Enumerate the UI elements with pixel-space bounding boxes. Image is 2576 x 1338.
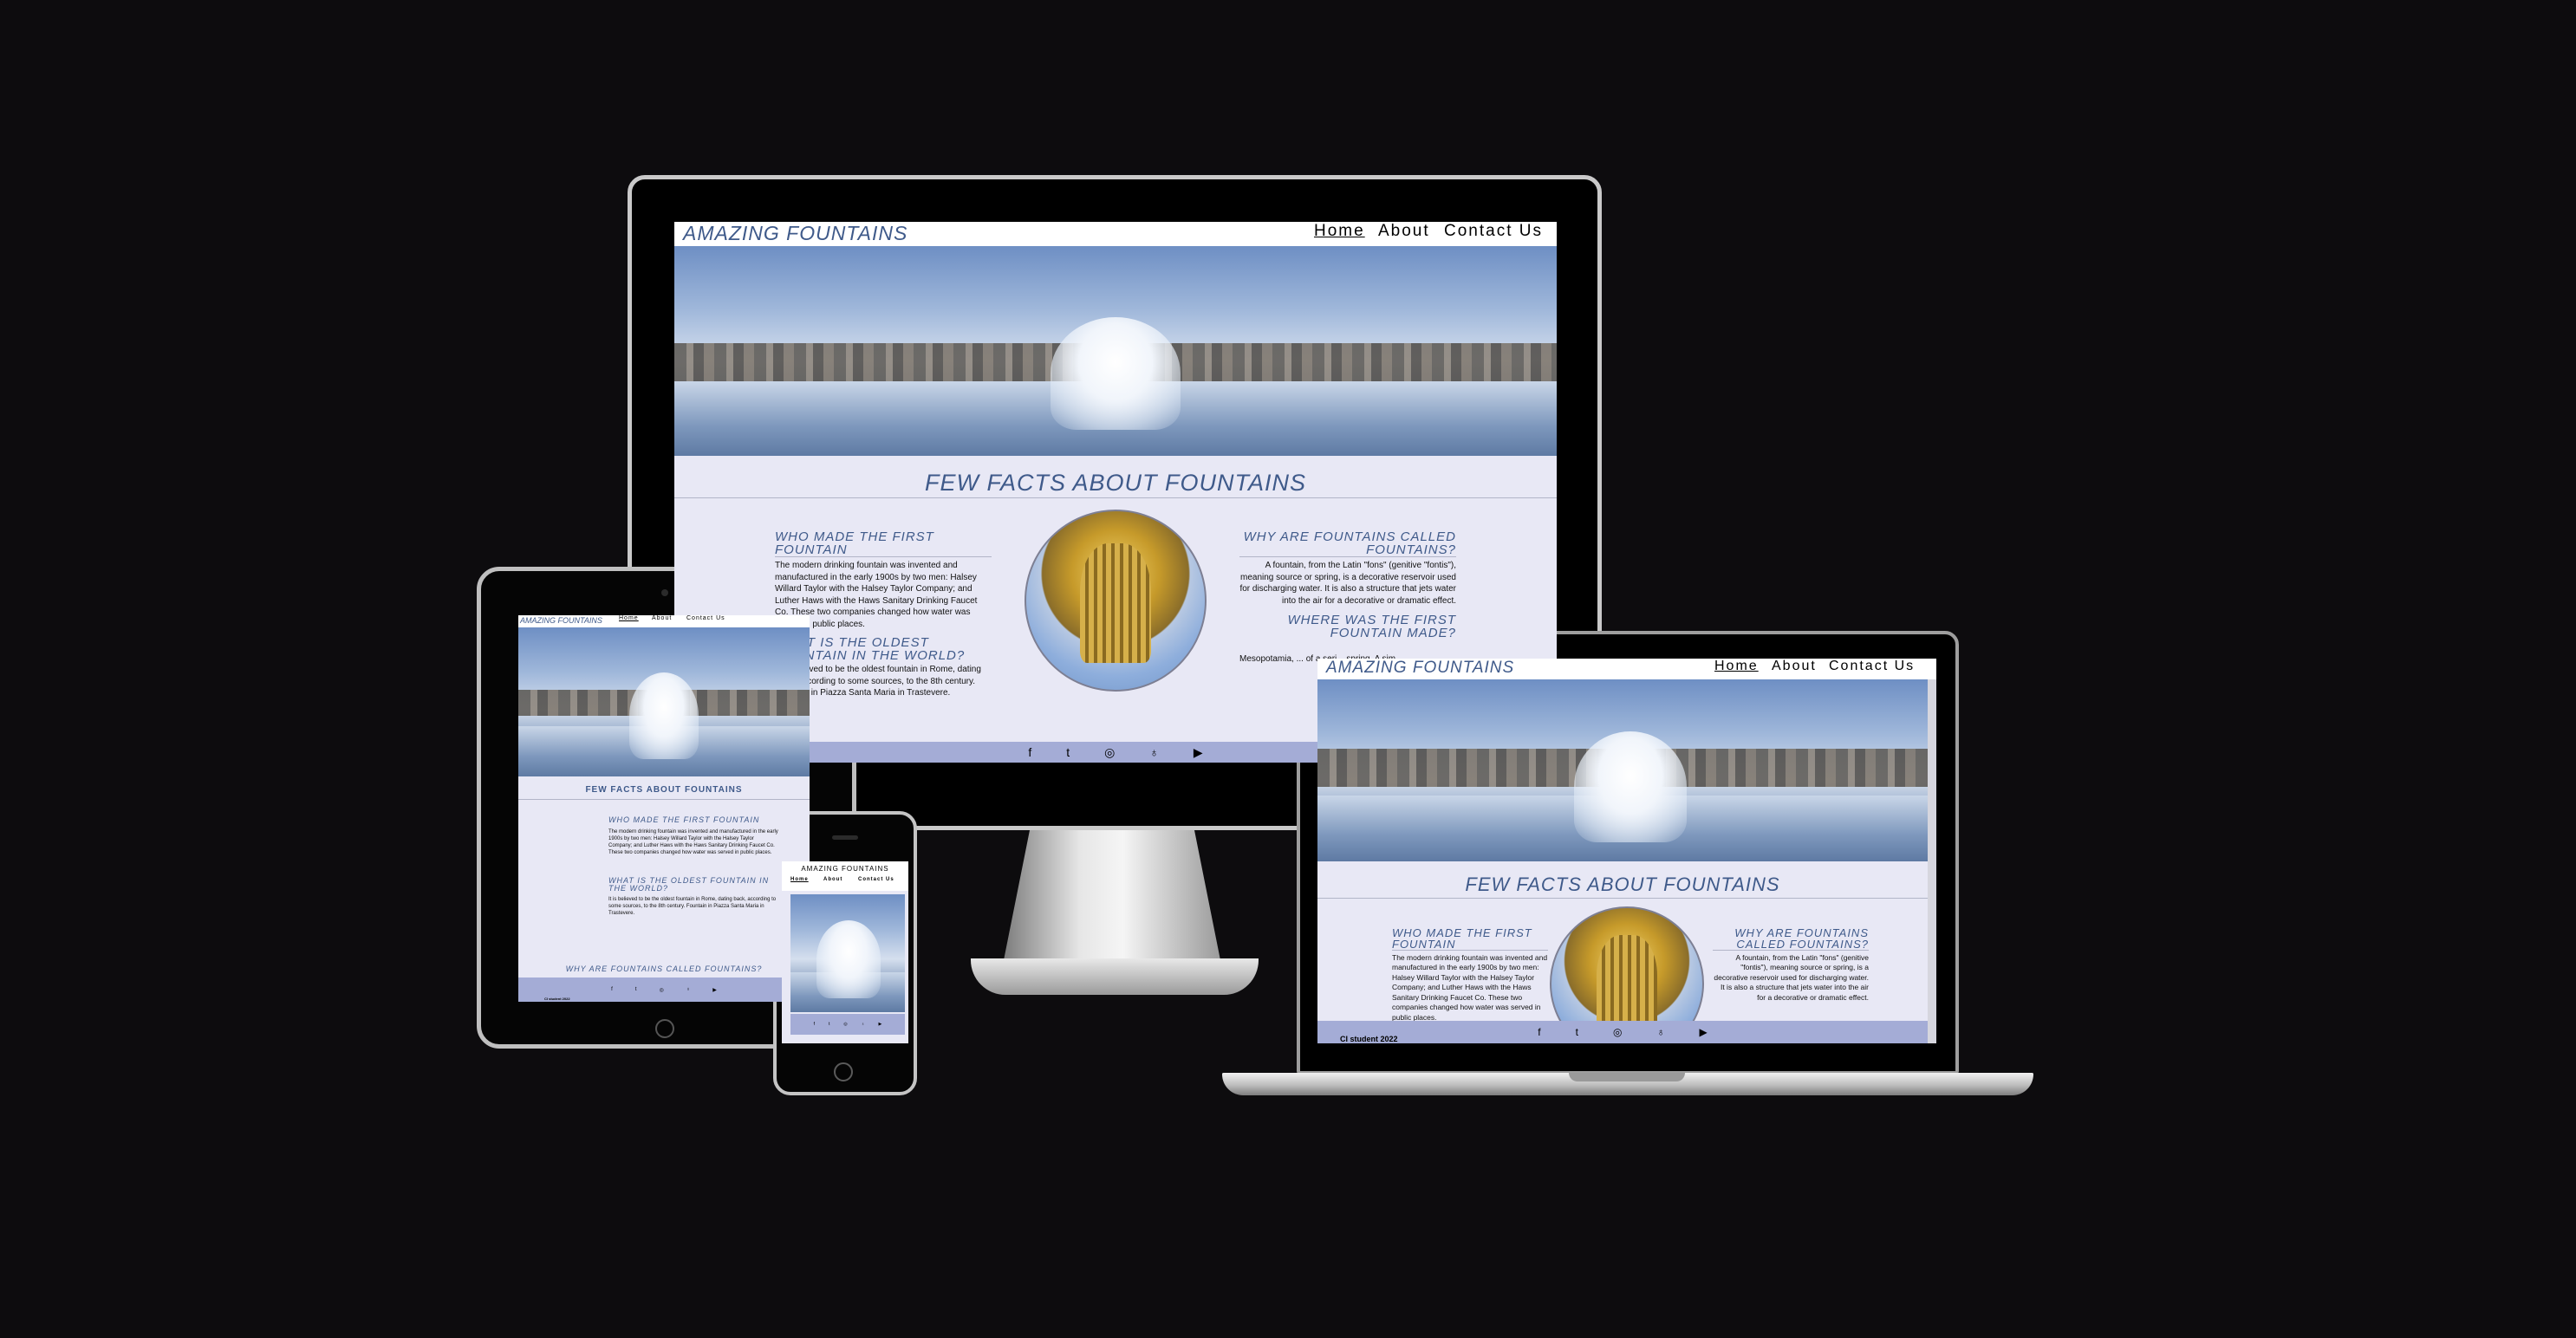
phone-home-button xyxy=(834,1062,853,1081)
tablet-home-button xyxy=(655,1019,674,1038)
youtube-icon[interactable]: ▶ xyxy=(879,1022,882,1027)
heading-divider xyxy=(1392,950,1548,951)
title-divider xyxy=(1317,898,1928,899)
instagram-icon[interactable]: ◎ xyxy=(659,987,663,993)
youtube-icon[interactable]: ▶ xyxy=(1699,1026,1707,1038)
site-brand[interactable]: AMAZING FOUNTAINS xyxy=(683,222,907,245)
phone-speaker xyxy=(832,835,858,840)
hero-fountain-spray xyxy=(1051,317,1181,430)
hero-fountain-spray xyxy=(1574,731,1687,842)
youtube-icon[interactable]: ▶ xyxy=(1194,745,1203,760)
footer: f t ◎ ♁ ▶ xyxy=(1317,1021,1928,1043)
heading-why-called: WHY ARE FOUNTAINS CALLED FOUNTAINS? xyxy=(1734,926,1869,951)
nav-about[interactable]: About xyxy=(652,615,672,621)
nav-contact[interactable]: Contact Us xyxy=(1829,659,1915,674)
hero-fountain-spray xyxy=(629,672,699,759)
heading-divider xyxy=(775,556,992,557)
paragraph-first-fountain: The modern drinking fountain was invente… xyxy=(608,829,778,856)
copyright: CI student 2022 xyxy=(1340,1035,1398,1043)
instagram-icon[interactable]: ◎ xyxy=(1104,745,1115,760)
heading-first-fountain: WHO MADE THE FIRST FOUNTAIN xyxy=(608,815,760,824)
heading-why-called: WHY ARE FOUNTAINS CALLED FOUNTAINS? xyxy=(565,965,763,973)
phone-screen: AMAZING FOUNTAINS Home About Contact Us … xyxy=(782,861,908,1043)
github-icon[interactable]: ♁ xyxy=(686,987,691,992)
facebook-icon[interactable]: f xyxy=(814,1022,815,1027)
instagram-icon[interactable]: ◎ xyxy=(1613,1026,1622,1038)
title-divider xyxy=(518,799,810,800)
youtube-icon[interactable]: ▶ xyxy=(712,987,717,993)
twitter-icon[interactable]: t xyxy=(1576,1026,1578,1038)
nav-contact[interactable]: Contact Us xyxy=(1444,222,1543,241)
site-brand[interactable]: AMAZING FOUNTAINS xyxy=(1326,659,1514,678)
nav-home[interactable]: Home xyxy=(1714,659,1759,674)
github-icon[interactable]: ♁ xyxy=(862,1022,865,1027)
heading-first-fountain: WHO MADE THE FIRST FOUNTAIN xyxy=(775,529,934,557)
nav-contact[interactable]: Contact Us xyxy=(858,877,894,882)
site-brand[interactable]: AMAZING FOUNTAINS xyxy=(782,865,908,873)
hero-fountain-spray xyxy=(816,920,881,998)
github-icon[interactable]: ♁ xyxy=(1656,1026,1664,1038)
section-title: FEW FACTS ABOUT FOUNTAINS xyxy=(585,785,743,795)
laptop-notch xyxy=(1569,1073,1685,1081)
footer: f t ◎ ♁ ▶ xyxy=(790,1014,905,1035)
desktop-monitor-base xyxy=(971,958,1259,995)
facebook-icon[interactable]: f xyxy=(611,987,613,992)
nav-home[interactable]: Home xyxy=(790,877,809,882)
instagram-icon[interactable]: ◎ xyxy=(843,1022,847,1027)
nav-about[interactable]: About xyxy=(1378,222,1430,241)
facebook-icon[interactable]: f xyxy=(1028,745,1031,759)
hero-image xyxy=(790,894,905,1012)
heading-oldest-fountain: WHAT IS THE OLDEST FOUNTAIN IN THE WORLD… xyxy=(608,876,770,893)
paragraph-why-called: A fountain, from the Latin "fons" (genit… xyxy=(1239,561,1456,606)
scrollbar[interactable] xyxy=(1928,679,1936,1043)
heading-divider xyxy=(1713,950,1869,951)
fountain-photo xyxy=(1025,510,1207,692)
nav-contact[interactable]: Contact Us xyxy=(686,615,725,621)
tablet-screen: AMAZING FOUNTAINS Home About Contact Us … xyxy=(518,615,810,1002)
copyright: CI student 2022 xyxy=(544,997,570,1001)
nav-about[interactable]: About xyxy=(823,877,842,882)
laptop-screen: AMAZING FOUNTAINS Home About Contact Us … xyxy=(1317,659,1936,1043)
hero-image xyxy=(674,246,1557,456)
twitter-icon[interactable]: t xyxy=(1066,745,1070,759)
heading-why-called: WHY ARE FOUNTAINS CALLED FOUNTAINS? xyxy=(1243,529,1456,557)
github-icon[interactable]: ♁ xyxy=(1149,745,1159,759)
paragraph-why-called: A fountain, from the Latin "fons" (genit… xyxy=(1714,953,1869,1002)
desktop-monitor-stand xyxy=(1004,830,1220,960)
hero-image xyxy=(518,627,810,776)
twitter-icon[interactable]: t xyxy=(635,987,637,992)
site-brand[interactable]: AMAZING FOUNTAINS xyxy=(520,616,602,625)
nav-home[interactable]: Home xyxy=(619,615,639,621)
tablet-camera xyxy=(661,589,668,596)
section-title: FEW FACTS ABOUT FOUNTAINS xyxy=(925,470,1306,496)
nav-about[interactable]: About xyxy=(1772,659,1817,674)
nav-home[interactable]: Home xyxy=(1314,222,1365,241)
heading-first-fountain: WHO MADE THE FIRST FOUNTAIN xyxy=(1392,926,1532,951)
heading-divider xyxy=(1239,556,1456,557)
paragraph-first-fountain: The modern drinking fountain was invente… xyxy=(1392,953,1548,1022)
section-title: FEW FACTS ABOUT FOUNTAINS xyxy=(1465,874,1780,895)
title-divider xyxy=(674,497,1557,498)
heading-where-first: WHERE WAS THE FIRST FOUNTAIN MADE? xyxy=(1287,613,1456,640)
paragraph-oldest-fountain: It is believed to be the oldest fountain… xyxy=(608,897,777,917)
hero-image xyxy=(1317,679,1928,861)
facebook-icon[interactable]: f xyxy=(1538,1026,1540,1038)
